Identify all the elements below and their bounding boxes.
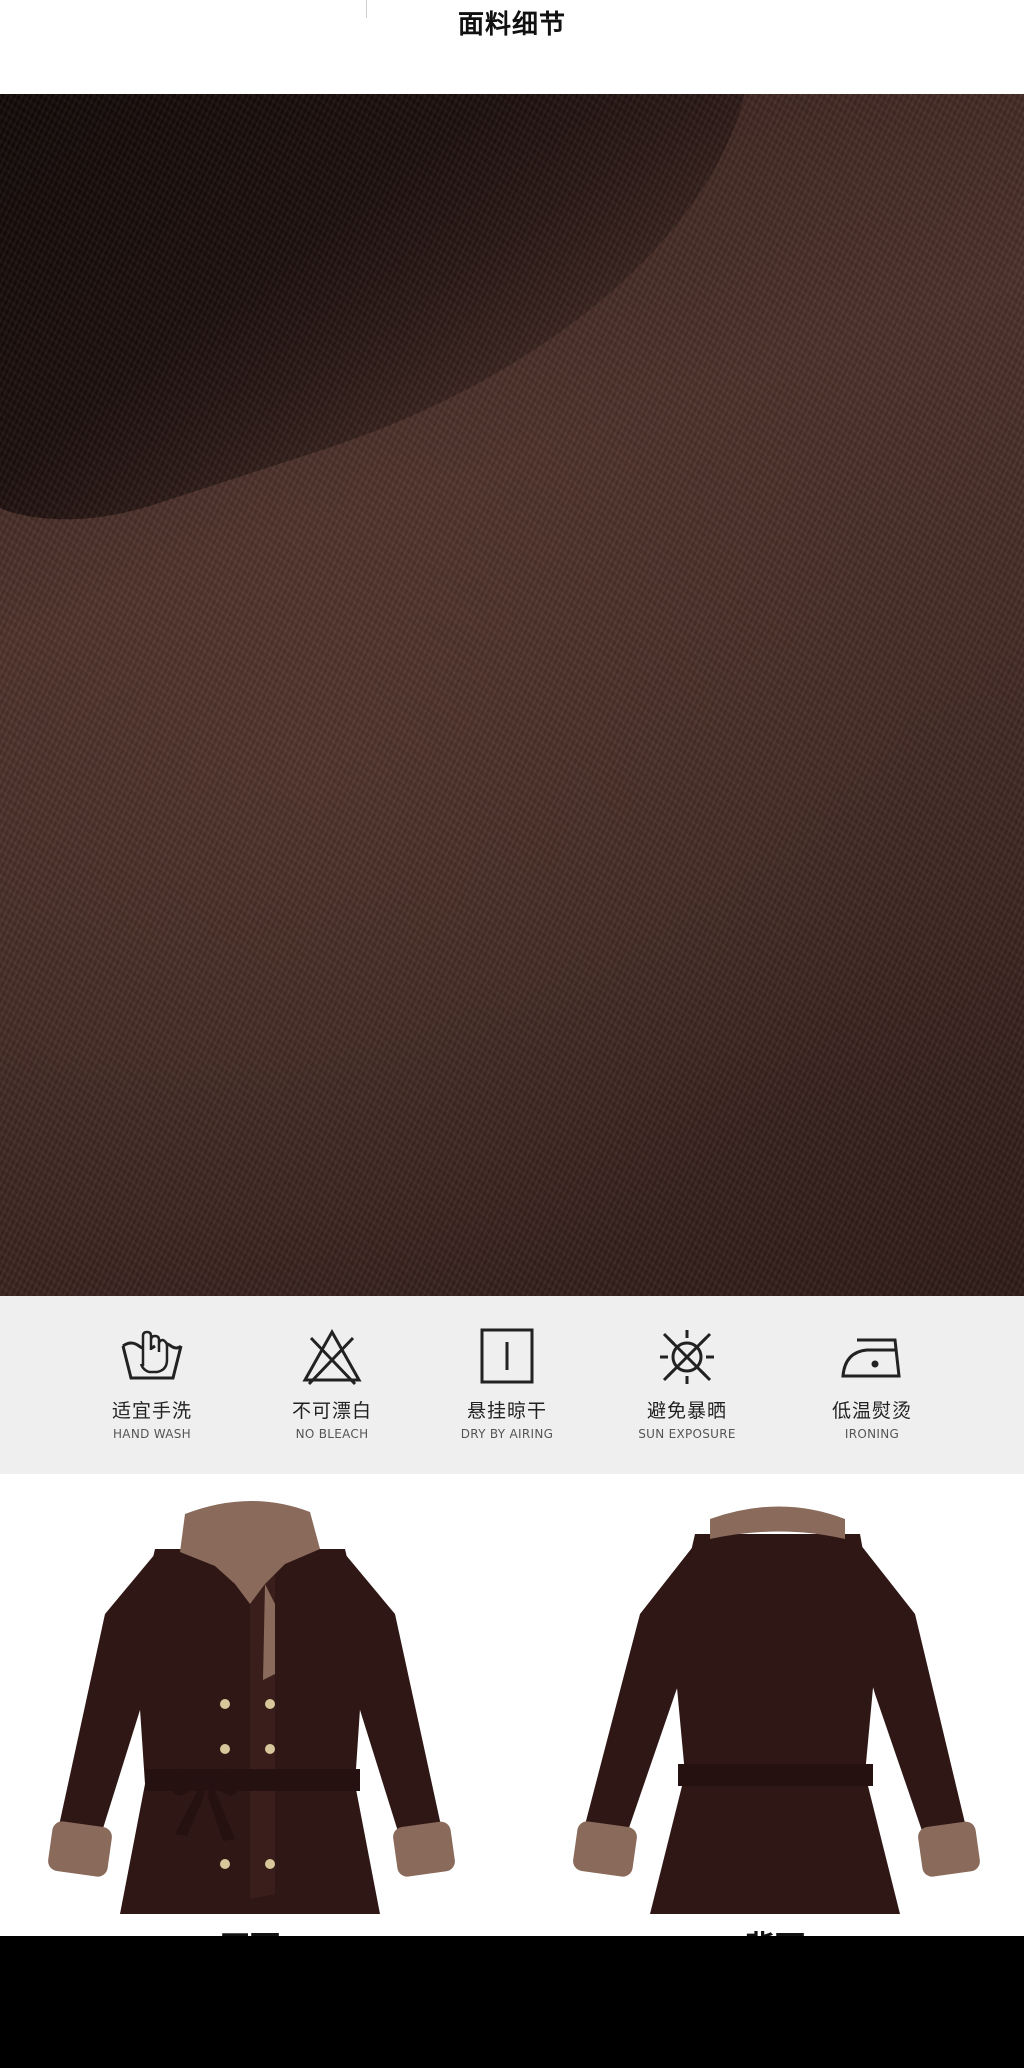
care-label-cn: 适宜手洗	[111, 1400, 192, 1422]
bottom-black-bar	[0, 1936, 1024, 2068]
hang-dry-icon	[480, 1328, 534, 1384]
care-item-ironing: 低温熨烫 IRONING	[802, 1326, 942, 1441]
care-label-cn: 不可漂白	[291, 1400, 372, 1422]
care-item-no-bleach: 不可漂白 NO BLEACH	[262, 1326, 402, 1441]
no-bleach-icon	[302, 1328, 362, 1386]
sun-icon	[660, 1330, 714, 1384]
coat-back-image	[573, 1506, 980, 1914]
fabric-closeup-image	[0, 94, 1024, 1296]
product-detail-page: 面料细节 适宜手洗 HAND WASH 不可漂白 NO BLEACH 悬挂晾干 …	[0, 0, 1024, 2068]
care-instructions-bar: 适宜手洗 HAND WASH 不可漂白 NO BLEACH 悬挂晾干 DRY B…	[0, 1296, 1024, 1474]
coat-views: 正面 背面	[0, 1474, 1024, 1965]
care-item-hang-dry: 悬挂晾干 DRY BY AIRING	[437, 1326, 577, 1441]
hand-wash-icon	[121, 1330, 183, 1380]
care-label-cn: 低温熨烫	[831, 1400, 912, 1422]
care-label-cn: 悬挂晾干	[466, 1400, 547, 1422]
care-label-en: SUN EXPOSURE	[638, 1427, 736, 1441]
care-item-hand-wash: 适宜手洗 HAND WASH	[82, 1326, 222, 1441]
iron-icon	[841, 1338, 901, 1378]
care-label-en: NO BLEACH	[295, 1427, 369, 1441]
fabric-texture	[0, 94, 1024, 1296]
care-label-en: HAND WASH	[112, 1427, 192, 1441]
section-title: 面料细节	[457, 10, 566, 40]
care-label-en: IRONING	[844, 1427, 900, 1441]
care-label-cn: 避免暴晒	[646, 1400, 727, 1422]
coat-front-image	[48, 1500, 455, 1914]
care-item-sun-exposure: 避免暴晒 SUN EXPOSURE	[617, 1326, 757, 1441]
section-header: 面料细节	[0, 0, 1024, 94]
care-label-en: DRY BY AIRING	[460, 1427, 554, 1441]
